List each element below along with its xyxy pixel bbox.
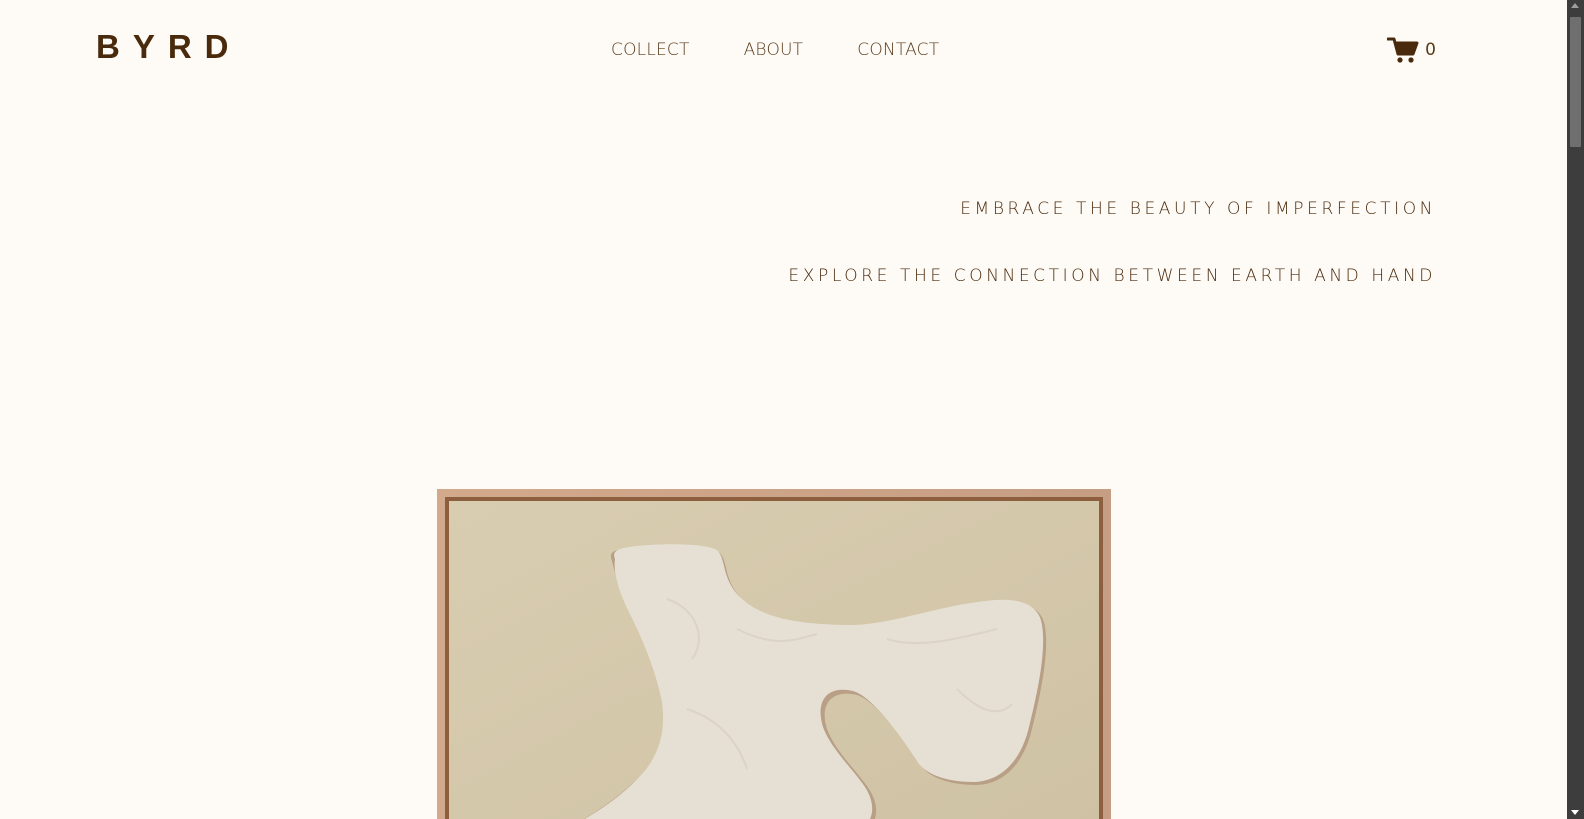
scroll-up-arrow-icon[interactable] [1571,3,1579,8]
cart-button[interactable]: 0 [1387,36,1436,64]
nav-collect[interactable]: COLLECT [611,38,690,62]
nav-about[interactable]: ABOUT [744,38,804,62]
brand-logo[interactable]: BYRD [96,29,242,65]
cart-count: 0 [1425,40,1436,60]
page-scrollbar[interactable] [1567,0,1584,819]
hero-tagline-2: EXPLORE THE CONNECTION BETWEEN EARTH AND… [788,266,1436,286]
scroll-down-arrow-icon[interactable] [1571,810,1579,815]
cart-icon [1387,36,1419,64]
nav-contact[interactable]: CONTACT [857,38,939,62]
scroll-thumb[interactable] [1570,17,1581,147]
hero-tagline-1: EMBRACE THE BEAUTY OF IMPERFECTION [960,199,1436,219]
page: BYRD COLLECT ABOUT CONTACT 0 EMBRACE THE… [0,0,1567,819]
main-nav: COLLECT ABOUT CONTACT [611,38,939,62]
artwork-image[interactable] [437,489,1111,819]
